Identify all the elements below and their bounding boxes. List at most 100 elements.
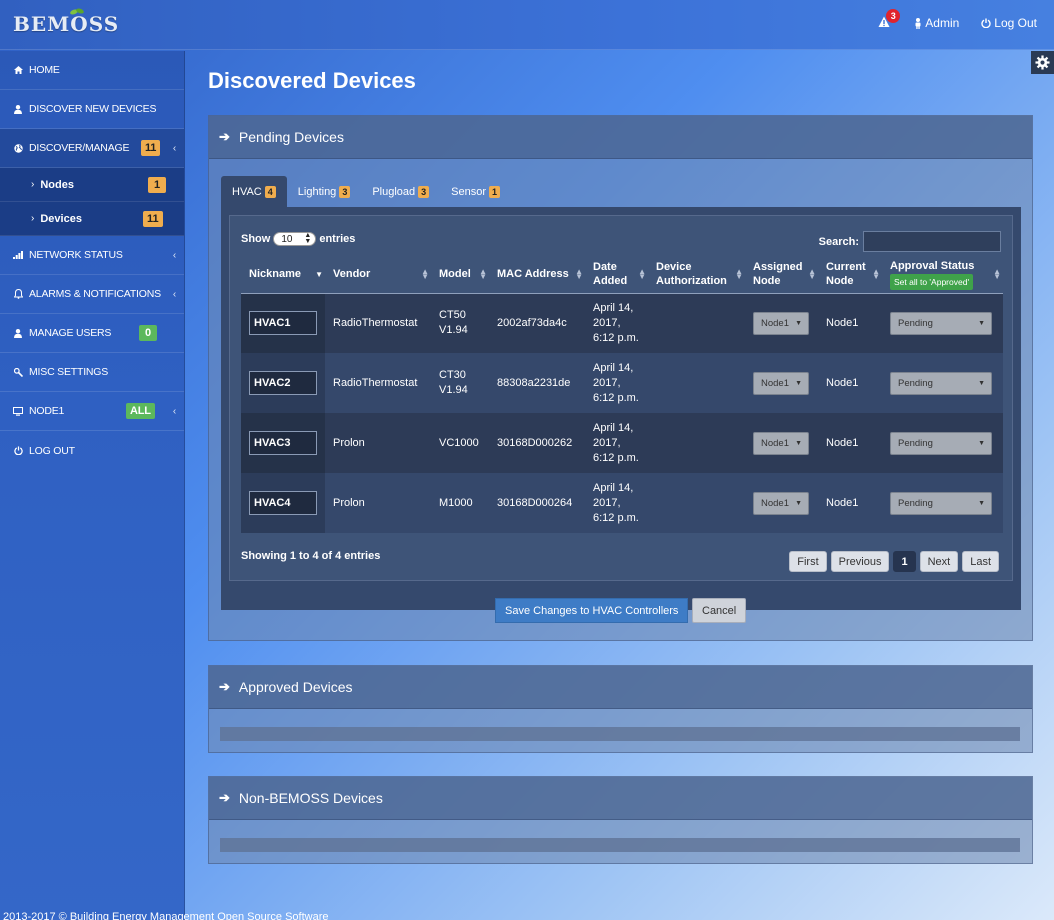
page-size-select[interactable]: 10 ▲ ▼	[273, 232, 317, 246]
sort-icon: ▲ ▼	[421, 267, 429, 281]
pagination-next-button[interactable]: Next	[919, 551, 959, 572]
pagination-page-button[interactable]: 1	[893, 551, 916, 572]
sidebar-item-network-status[interactable]: NETWORK STATUS ‹	[0, 236, 184, 275]
sidebar-subitem-nodes[interactable]: › Nodes 1	[0, 168, 184, 202]
nickname-input[interactable]: HVAC2	[249, 371, 317, 395]
approval-status-select[interactable]: Pending ▼	[890, 371, 992, 395]
mac-cell: 30168D000262	[489, 413, 585, 473]
sidebar-item-label: NODE1	[29, 405, 65, 417]
tab-count-badge: 1	[489, 185, 501, 198]
chevron-left-icon: ‹	[172, 142, 176, 154]
sidebar-subitem-label: Devices	[40, 212, 82, 225]
device-type-tabs: HVAC 4 Lighting 3 Plugload 3 Sensor 1	[221, 176, 511, 207]
pagination-previous-button[interactable]: Previous	[830, 551, 890, 572]
hvac-tab-pane: Show 10 ▲ ▼ entries Search: Nickname ▼ Ven…	[221, 207, 1021, 610]
non-bemoss-devices-title: Non-BEMOSS Devices	[238, 790, 383, 806]
vendor-cell: Prolon	[325, 413, 431, 473]
mac-cell: 2002af73da4c	[489, 293, 585, 353]
model-cell: M1000	[431, 473, 489, 533]
chevron-right-icon: ›	[31, 179, 35, 190]
approval-status-cell: Pending ▼	[882, 473, 1003, 533]
approval-status-select[interactable]: Pending ▼	[890, 491, 992, 515]
assigned-node-select[interactable]: Node1 ▼	[753, 491, 809, 515]
set-all-approved-button[interactable]: Set all to 'Approved'	[890, 273, 974, 290]
nickname-input[interactable]: HVAC1	[249, 311, 317, 336]
select-value: Pending	[898, 317, 933, 329]
search-input[interactable]	[863, 231, 1001, 252]
current-node-cell: Node1	[818, 293, 882, 353]
tab-lighting[interactable]: Lighting 3	[287, 176, 362, 207]
sidebar-item-label: MANAGE USERS	[29, 327, 112, 339]
column-header-label: Date Added	[593, 261, 628, 288]
tab-label: HVAC	[232, 185, 262, 198]
tab-plugload[interactable]: Plugload 3	[361, 176, 440, 207]
assigned-node-select[interactable]: Node1 ▼	[753, 431, 809, 455]
alerts-button[interactable]: 3	[878, 9, 901, 30]
sidebar-item-alarms-notifications[interactable]: ALARMS & NOTIFICATIONS ‹	[0, 275, 184, 314]
chevron-left-icon: ‹	[172, 288, 176, 300]
tab-count-badge: 3	[418, 185, 430, 198]
sort-icon: ▲ ▼	[638, 267, 646, 281]
sidebar-item-manage-users[interactable]: MANAGE USERS 0	[0, 314, 184, 353]
globe-icon	[13, 143, 23, 153]
authorization-cell	[648, 293, 745, 353]
pending-devices-header[interactable]: ➔ Pending Devices	[209, 116, 1032, 159]
table-row: HVAC2 RadioThermostat CT30 V1.94 88308a2…	[241, 353, 1003, 413]
column-header-date-added[interactable]: Date Added ▲ ▼	[585, 256, 648, 294]
approval-status-cell: Pending ▼	[882, 293, 1003, 353]
user-icon	[13, 328, 23, 338]
approved-devices-title: Approved Devices	[238, 679, 353, 695]
sidebar-item-node1[interactable]: NODE1 ALL ‹	[0, 392, 184, 431]
current-node-cell: Node1	[818, 413, 882, 473]
assigned-node-cell: Node1 ▼	[745, 293, 818, 353]
column-header-assigned-node[interactable]: Assigned Node ▲ ▼	[745, 256, 818, 294]
brand-logo[interactable]: BEMOSS	[13, 8, 119, 36]
sidebar-item-home[interactable]: HOME	[0, 51, 184, 90]
assigned-node-cell: Node1 ▼	[745, 413, 818, 473]
assigned-node-select[interactable]: Node1 ▼	[753, 311, 809, 335]
approval-status-select[interactable]: Pending ▼	[890, 311, 992, 335]
tab-count-badge: 4	[264, 185, 276, 198]
approved-devices-header[interactable]: ➔ Approved Devices	[209, 666, 1032, 709]
nickname-input[interactable]: HVAC3	[249, 431, 317, 455]
caret-down-icon: ▼	[978, 319, 985, 327]
column-header-model[interactable]: Model ▲ ▼	[431, 256, 489, 294]
approval-status-cell: Pending ▼	[882, 353, 1003, 413]
settings-button[interactable]	[1031, 51, 1054, 74]
nickname-cell: HVAC1	[241, 293, 325, 353]
pagination-first-button[interactable]: First	[789, 551, 827, 572]
column-header-mac-address[interactable]: MAC Address ▲ ▼	[489, 256, 585, 294]
table-row: HVAC4 Prolon M1000 30168D000264 April 14…	[241, 473, 1003, 533]
caret-down-icon: ▼	[795, 439, 802, 447]
page-title: Discovered Devices	[208, 68, 416, 93]
pagination-last-button[interactable]: Last	[962, 551, 999, 572]
table-row: HVAC3 Prolon VC1000 30168D000262 April 1…	[241, 413, 1003, 473]
admin-menu[interactable]: Admin	[914, 16, 959, 30]
sidebar-item-discover-manage[interactable]: DISCOVER/MANAGE 11 ‹	[0, 129, 184, 168]
tab-hvac[interactable]: HVAC 4	[221, 176, 287, 207]
column-header-nickname[interactable]: Nickname ▼	[241, 256, 325, 294]
assigned-node-select[interactable]: Node1 ▼	[753, 371, 809, 395]
arrow-right-icon: ➔	[219, 129, 230, 144]
sidebar-item-misc-settings[interactable]: MISC SETTINGS	[0, 353, 184, 392]
table-search: Search:	[819, 231, 1001, 252]
power-icon	[13, 446, 23, 456]
non-bemoss-devices-panel: ➔ Non-BEMOSS Devices	[208, 776, 1033, 864]
tab-sensor[interactable]: Sensor 1	[440, 176, 511, 207]
column-header-device-authorization[interactable]: Device Authorization ▲ ▼	[648, 256, 745, 294]
approval-status-select[interactable]: Pending ▼	[890, 431, 992, 455]
nickname-input[interactable]: HVAC4	[249, 491, 317, 515]
logout-button[interactable]: Log Out	[981, 16, 1037, 30]
sort-icon: ▲ ▼	[808, 267, 816, 281]
column-header-approval-status[interactable]: Approval Status Set all to 'Approved' ▲ ▼	[882, 256, 1003, 294]
sidebar-subitem-devices[interactable]: › Devices 11	[0, 202, 184, 236]
cancel-button[interactable]: Cancel	[692, 598, 747, 623]
nickname-cell: HVAC4	[241, 473, 325, 533]
admin-label: Admin	[925, 16, 960, 30]
sidebar-item-discover-new-devices[interactable]: DISCOVER NEW DEVICES	[0, 90, 184, 129]
sidebar-item-log-out[interactable]: LOG OUT	[0, 431, 184, 470]
column-header-current-node[interactable]: Current Node ▲ ▼	[818, 256, 882, 294]
save-changes-button[interactable]: Save Changes to HVAC Controllers	[495, 598, 689, 623]
column-header-vendor[interactable]: Vendor ▲ ▼	[325, 256, 431, 294]
non-bemoss-devices-header[interactable]: ➔ Non-BEMOSS Devices	[209, 777, 1032, 820]
